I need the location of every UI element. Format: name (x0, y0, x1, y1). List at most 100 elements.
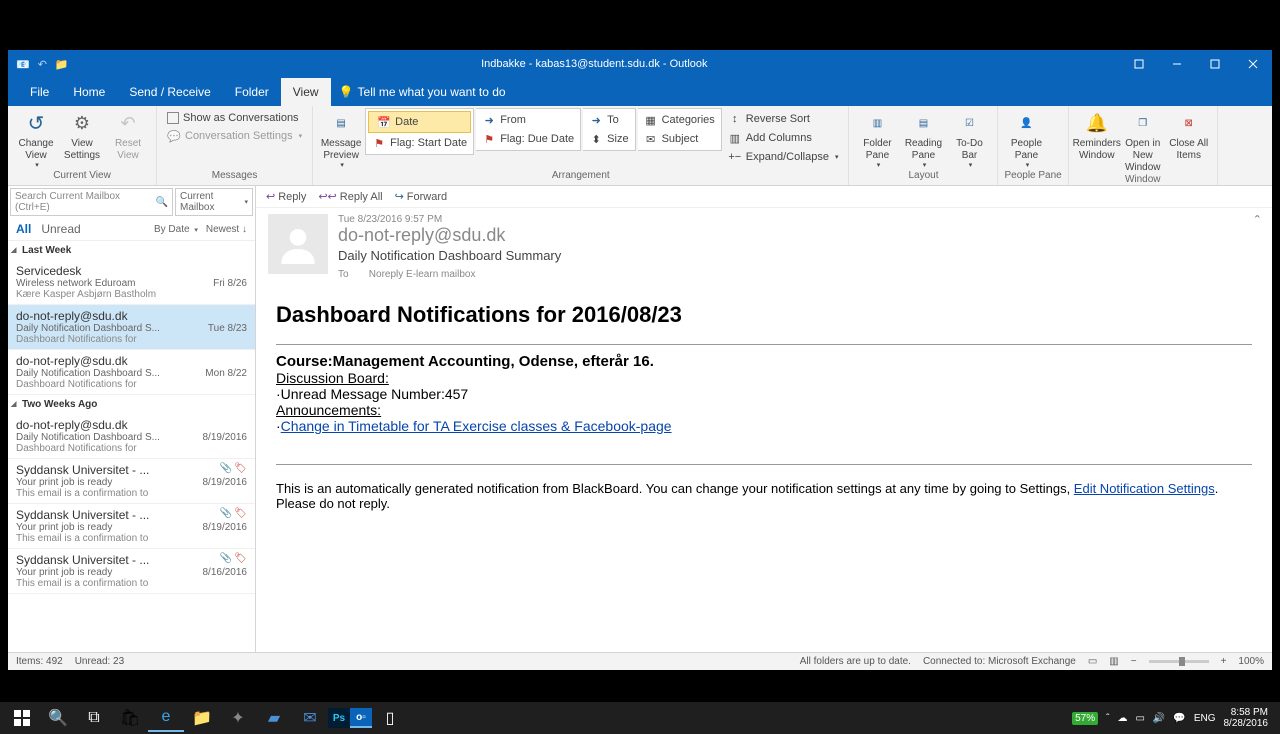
change-view-button[interactable]: ↺Change View▾ (14, 108, 58, 170)
search-scope-dropdown[interactable]: Current Mailbox▾ (175, 188, 253, 216)
tab-file[interactable]: File (18, 78, 61, 106)
view-settings-button[interactable]: ⚙View Settings (60, 108, 104, 162)
reading-pane-button[interactable]: ▤Reading Pane▾ (901, 108, 945, 170)
open-in-new-window-button[interactable]: ❐Open in New Window (1121, 108, 1165, 174)
close-button[interactable] (1234, 50, 1272, 78)
start-button[interactable] (4, 704, 40, 732)
arrange-date-button[interactable]: 📅Date (368, 111, 471, 133)
message-preview-button[interactable]: ▤Message Preview▾ (319, 108, 363, 170)
todo-icon: ☑ (957, 112, 981, 136)
minimize-button[interactable] (1158, 50, 1196, 78)
taskbar-outlook[interactable]: o▫ (350, 708, 372, 728)
mail-item[interactable]: do-not-reply@sdu.dkDaily Notification Da… (8, 305, 255, 350)
view-reading-icon[interactable]: ▥ (1109, 656, 1118, 667)
columns-icon: ▥ (728, 131, 742, 145)
reset-view-button[interactable]: ↶Reset View (106, 108, 150, 162)
todo-bar-button[interactable]: ☑To-Do Bar▾ (947, 108, 991, 170)
mail-item[interactable]: do-not-reply@sdu.dkDaily Notification Da… (8, 350, 255, 395)
reminders-window-button[interactable]: 🔔Reminders Window (1075, 108, 1119, 162)
mail-item[interactable]: do-not-reply@sdu.dkDaily Notification Da… (8, 414, 255, 459)
zoom-level: 100% (1238, 656, 1264, 667)
tab-home[interactable]: Home (61, 78, 117, 106)
mail-item[interactable]: 📎🏷Syddansk Universitet - ...Your print j… (8, 459, 255, 504)
show-as-conversations-checkbox[interactable]: Show as Conversations (163, 110, 306, 126)
mail-item[interactable]: 📎🏷Syddansk Universitet - ...Your print j… (8, 504, 255, 549)
taskbar-app1[interactable]: ✦ (220, 704, 256, 732)
taskbar-explorer[interactable]: 📁 (184, 704, 220, 732)
group-people-pane: People Pane (1004, 170, 1061, 183)
mail-date: 8/19/2016 (203, 522, 248, 533)
flag-icon: 🏷 (234, 463, 247, 474)
sort-by-date[interactable]: By Date ▾ (154, 224, 198, 235)
zoom-slider[interactable] (1149, 660, 1209, 663)
arrange-flag-start-button[interactable]: ⚑Flag: Start Date (368, 134, 471, 152)
zoom-out-button[interactable]: − (1131, 656, 1137, 667)
qat-folder-icon[interactable]: 📁 (55, 58, 69, 71)
reverse-sort-button[interactable]: ↕Reverse Sort (724, 110, 843, 128)
reply-button[interactable]: ↩Reply (266, 190, 306, 203)
mail-preview: Dashboard Notifications for (16, 379, 166, 390)
body-announcement-link[interactable]: Change in Timetable for TA Exercise clas… (281, 418, 672, 434)
edit-notification-settings-link[interactable]: Edit Notification Settings (1074, 481, 1215, 496)
group-current-view: Current View (14, 170, 150, 183)
taskbar-app3[interactable]: ▯ (372, 704, 408, 732)
tab-view[interactable]: View (281, 78, 331, 106)
mail-date: 8/19/2016 (203, 432, 248, 443)
tab-send-receive[interactable]: Send / Receive (117, 78, 222, 106)
arrange-size-button[interactable]: ⬍Size (585, 130, 632, 148)
ribbon-options-icon[interactable] (1120, 50, 1158, 78)
tray-network-icon[interactable]: ▭ (1135, 713, 1144, 724)
arrange-subject-button[interactable]: ✉Subject (640, 130, 719, 148)
qat-undo-icon[interactable]: ↶ (38, 58, 47, 71)
body-discussion-label: Discussion Board: (276, 370, 1252, 386)
sort-newest[interactable]: Newest ↓ (206, 224, 247, 235)
search-input[interactable]: Search Current Mailbox (Ctrl+E) 🔍 (10, 188, 173, 216)
group-arrangement: Arrangement (319, 170, 842, 183)
tab-folder[interactable]: Folder (223, 78, 281, 106)
taskbar-edge[interactable]: e (148, 704, 184, 732)
tray-clock[interactable]: 8:58 PM 8/28/2016 (1224, 707, 1269, 729)
flag-icon: ⚑ (482, 132, 496, 146)
taskbar-app2[interactable]: ▰ (256, 704, 292, 732)
taskbar-store[interactable]: 🛍 (112, 704, 148, 732)
tray-up-icon[interactable]: ˆ (1106, 713, 1109, 724)
tray-language[interactable]: ENG (1194, 713, 1216, 724)
taskbar-mail[interactable]: ✉ (292, 704, 328, 732)
zoom-in-button[interactable]: + (1221, 656, 1227, 667)
arrange-to-button[interactable]: ➜To (585, 111, 632, 129)
close-all-items-button[interactable]: ⊠Close All Items (1167, 108, 1211, 162)
conversation-settings-button[interactable]: 💬Conversation Settings▾ (163, 127, 306, 145)
gear-icon: ⚙ (70, 112, 94, 136)
tray-volume-icon[interactable]: 🔊 (1153, 713, 1165, 724)
add-columns-button[interactable]: ▥Add Columns (724, 129, 843, 147)
arrange-flag-due-button[interactable]: ⚑Flag: Due Date (478, 130, 578, 148)
mail-item[interactable]: 📎🏷Syddansk Universitet - ...Your print j… (8, 549, 255, 594)
reply-all-button[interactable]: ↩↩Reply All (318, 190, 382, 203)
expand-header-button[interactable]: ˆ (1255, 214, 1260, 232)
taskbar-photoshop[interactable]: Ps (328, 708, 350, 728)
group-header[interactable]: Last Week (8, 241, 255, 260)
folder-pane-button[interactable]: ▥Folder Pane▾ (855, 108, 899, 170)
body-unread-count: ·Unread Message Number:457 (276, 386, 1252, 402)
mail-from: Syddansk Universitet - ... (16, 553, 247, 567)
search-button[interactable]: 🔍 (40, 704, 76, 732)
arrange-from-button[interactable]: ➜From (478, 111, 578, 129)
mail-preview: Dashboard Notifications for (16, 334, 166, 345)
forward-button[interactable]: ↪Forward (395, 190, 448, 203)
expand-collapse-button[interactable]: +−Expand/Collapse▾ (724, 148, 843, 166)
task-view-button[interactable]: ⧉ (76, 704, 112, 732)
view-normal-icon[interactable]: ▭ (1088, 656, 1097, 667)
qat-icon[interactable]: 📧 (16, 58, 30, 71)
arrange-categories-button[interactable]: ▦Categories (640, 111, 719, 129)
status-folders: All folders are up to date. (800, 656, 911, 667)
filter-all[interactable]: All (16, 222, 31, 236)
people-pane-button[interactable]: 👤People Pane▾ (1004, 108, 1048, 170)
tray-onedrive-icon[interactable]: ☁ (1117, 713, 1127, 724)
maximize-button[interactable] (1196, 50, 1234, 78)
group-header[interactable]: Two Weeks Ago (8, 395, 255, 414)
tray-notification-icon[interactable]: 💬 (1173, 713, 1185, 724)
mail-item[interactable]: ServicedeskWireless network EduroamKære … (8, 260, 255, 305)
tell-me-input[interactable]: 💡 Tell me what you want to do (339, 85, 506, 99)
filter-unread[interactable]: Unread (41, 222, 80, 236)
tray-battery[interactable]: 57% (1072, 712, 1098, 725)
